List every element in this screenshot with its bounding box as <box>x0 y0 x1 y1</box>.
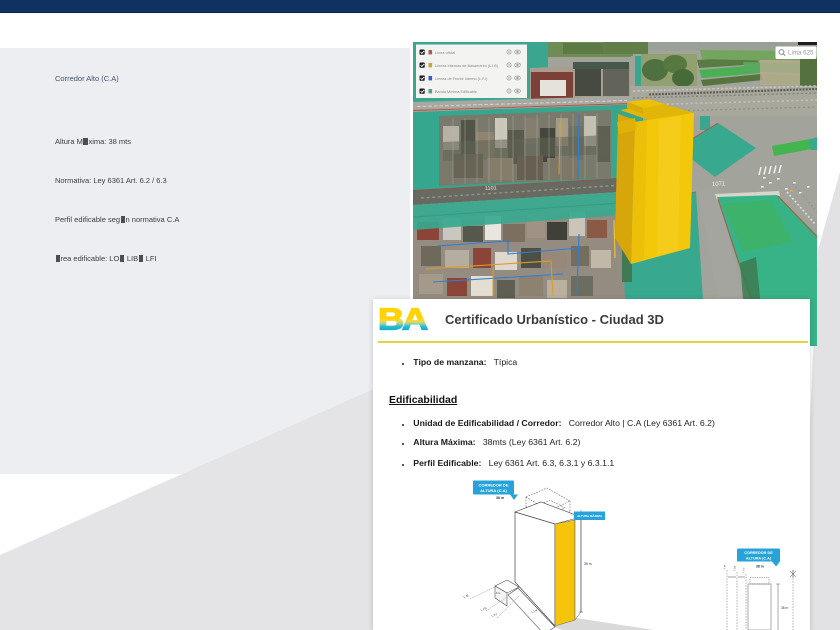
svg-text:L.I.B: L.I.B <box>480 606 487 612</box>
svg-text:L.F.I: L.F.I <box>742 568 746 573</box>
svg-text:Líneas de Frente Interno (L.F.: Líneas de Frente Interno (L.F.I) <box>435 77 488 81</box>
svg-text:CORREDOR DE: CORREDOR DE <box>478 483 508 488</box>
svg-text:Lima 625: Lima 625 <box>788 50 814 57</box>
svg-text:Banda Mínima Edificable: Banda Mínima Edificable <box>435 90 477 94</box>
svg-text:ALTURA (C.A): ALTURA (C.A) <box>746 556 772 560</box>
svg-text:L.F.I: L.F.I <box>491 612 498 618</box>
svg-text:38 m: 38 m <box>781 606 788 610</box>
svg-text:1101: 1101 <box>485 185 497 192</box>
svg-text:BA: BA <box>379 305 428 331</box>
svg-text:38 m: 38 m <box>496 496 504 500</box>
svg-text:CORREDOR DE: CORREDOR DE <box>744 551 773 555</box>
svg-text:L.M: L.M <box>463 593 470 599</box>
svg-text:ALTURA (C.A): ALTURA (C.A) <box>480 488 507 493</box>
svg-text:38 m: 38 m <box>584 562 592 566</box>
svg-text:38 m: 38 m <box>756 565 764 569</box>
svg-text:ALTURA MÁXIMA: ALTURA MÁXIMA <box>577 513 603 518</box>
svg-text:Línea oficial: Línea oficial <box>435 51 455 55</box>
svg-text:6 m: 6 m <box>496 591 500 595</box>
svg-text:L.I.B: L.I.B <box>733 565 737 571</box>
svg-text:Líneas Internas de Basamento (: Líneas Internas de Basamento (L.I.B) <box>435 64 499 68</box>
svg-text:1071: 1071 <box>712 181 726 188</box>
svg-text:L.M: L.M <box>723 565 727 569</box>
